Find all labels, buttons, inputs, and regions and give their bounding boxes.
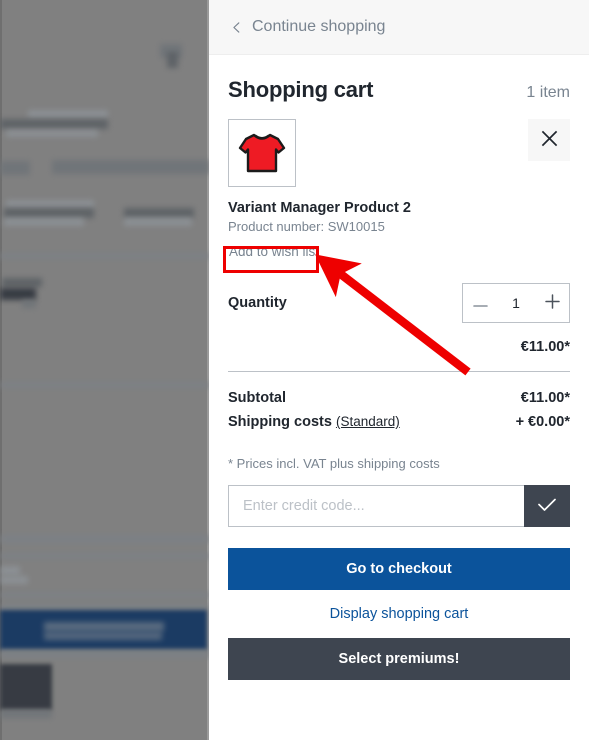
- red-long-sleeve-shirt-icon: [238, 133, 286, 173]
- backdrop-blur-text: [124, 218, 192, 226]
- continue-shopping-link[interactable]: Continue shopping: [231, 18, 385, 36]
- backdrop-blur-logo-2: [167, 52, 178, 68]
- continue-shopping-label: Continue shopping: [252, 18, 386, 35]
- backdrop-blur-text: [0, 288, 36, 300]
- backdrop-blur-text: [2, 278, 42, 287]
- offcanvas-header: Continue shopping: [209, 0, 589, 55]
- backdrop-blur-rule: [0, 382, 209, 388]
- subtotal-row: Subtotal €11.00*: [228, 386, 570, 410]
- backdrop-blur-text: [0, 710, 52, 718]
- product-name: Variant Manager Product 2: [228, 200, 411, 216]
- line-item-price: €11.00*: [520, 339, 570, 355]
- credit-code-submit-button[interactable]: [524, 485, 570, 527]
- backdrop-blur-rule: [0, 650, 209, 658]
- backdrop-blur-nav: [0, 161, 30, 175]
- backdrop-blur-text: [0, 566, 20, 575]
- page-title: Shopping cart: [228, 77, 374, 102]
- quantity-label: Quantity: [228, 295, 287, 311]
- backdrop-blur-text: [22, 300, 36, 308]
- minus-icon: [472, 296, 488, 311]
- screen: Continue shopping Shopping cart 1 item V…: [0, 0, 589, 740]
- shipping-method-link[interactable]: (Standard): [336, 414, 400, 429]
- backdrop-blur-rule: [0, 535, 209, 543]
- cart-line-item: [228, 119, 570, 187]
- quantity-stepper[interactable]: 1: [462, 283, 570, 323]
- shipping-row: Shipping costs (Standard) + €0.00*: [228, 410, 570, 434]
- shipping-label-group: Shipping costs (Standard): [228, 414, 400, 430]
- select-premiums-button[interactable]: Select premiums!: [228, 638, 570, 680]
- backdrop-blur-text: [0, 576, 28, 584]
- backdrop-blur-button-label: [44, 632, 162, 640]
- offcanvas-body: Shopping cart 1 item Variant Manager Pro…: [209, 55, 589, 680]
- remove-line-item-button[interactable]: [528, 119, 570, 161]
- page-backdrop-overlay[interactable]: [0, 0, 209, 740]
- backdrop-blur-text: [4, 218, 84, 226]
- vat-note: * Prices incl. VAT plus shipping costs: [228, 456, 440, 471]
- backdrop-blur-button-label: [44, 622, 164, 631]
- quantity-increase-button[interactable]: [535, 284, 569, 322]
- cart-item-count: 1 item: [526, 84, 570, 101]
- cart-totals: Subtotal €11.00* Shipping costs (Standar…: [228, 372, 570, 434]
- shipping-label: Shipping costs: [228, 414, 332, 430]
- backdrop-blur-rule: [0, 592, 209, 598]
- shipping-value: + €0.00*: [515, 414, 570, 430]
- offcanvas-cart-panel: Continue shopping Shopping cart 1 item V…: [209, 0, 589, 740]
- quantity-row: Quantity 1: [228, 283, 570, 323]
- subtotal-label: Subtotal: [228, 390, 286, 406]
- plus-icon: [544, 294, 560, 312]
- backdrop-blur-dark-chip: [0, 664, 52, 710]
- display-shopping-cart-link[interactable]: Display shopping cart: [228, 606, 570, 622]
- quantity-value[interactable]: 1: [497, 295, 535, 311]
- backdrop-blur-text: [124, 208, 194, 218]
- subtotal-value: €11.00*: [520, 390, 570, 406]
- credit-code-input[interactable]: [228, 485, 524, 527]
- product-thumbnail[interactable]: [228, 119, 296, 187]
- wishlist-wrapper: Add to wish list: [228, 242, 320, 261]
- backdrop-blur-text: [28, 110, 108, 118]
- chevron-left-icon: [231, 21, 242, 33]
- backdrop-blur-text: [4, 208, 94, 218]
- backdrop-blur-rule: [0, 553, 209, 559]
- go-to-checkout-button[interactable]: Go to checkout: [228, 548, 570, 590]
- backdrop-blur-text: [6, 130, 98, 137]
- close-icon: [541, 130, 558, 150]
- backdrop-blur-text: [6, 200, 94, 208]
- backdrop-blur-rule: [0, 253, 209, 259]
- credit-code-row: [228, 485, 570, 527]
- backdrop-blur-text: [0, 119, 108, 129]
- cart-title-row: Shopping cart 1 item: [228, 55, 570, 119]
- check-icon: [537, 497, 557, 516]
- product-number: Product number: SW10015: [228, 219, 385, 234]
- backdrop-blur-nav: [52, 160, 209, 174]
- add-to-wish-list-link[interactable]: Add to wish list: [228, 242, 320, 261]
- quantity-decrease-button[interactable]: [463, 284, 497, 322]
